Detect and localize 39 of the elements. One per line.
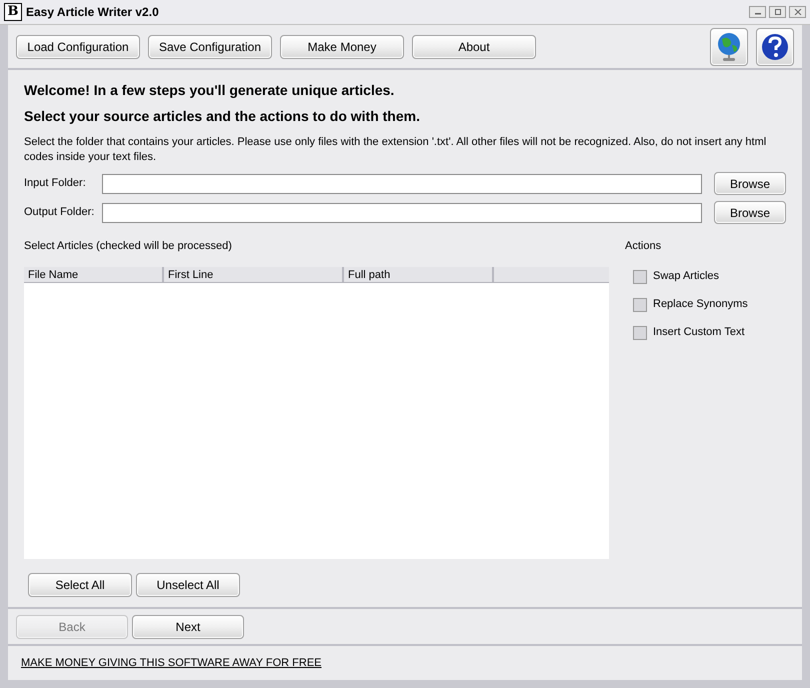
browse-button[interactable]: Browse: [714, 201, 786, 224]
selection-button[interactable]: Select All: [28, 573, 132, 597]
globe-icon: [715, 30, 743, 62]
folder-label: Input Folder:: [24, 176, 87, 192]
checkbox-label: Insert Custom Text: [653, 325, 744, 340]
toolbar-button[interactable]: Save Configuration: [148, 34, 272, 58]
nav-button[interactable]: Next: [132, 614, 244, 638]
folder-label: Output Folder:: [24, 205, 96, 220]
checkbox[interactable]: [633, 298, 647, 312]
toolbar-button[interactable]: Load Configuration: [16, 34, 140, 58]
help-icon: [760, 32, 790, 62]
toolbar-button[interactable]: Make Money: [280, 34, 404, 58]
footer-link[interactable]: MAKE MONEY GIVING THIS SOFTWARE AWAY FOR FREE: [21, 654, 322, 672]
section-title: Select Articles (checked will be processed): [24, 239, 233, 254]
section-title: Actions: [625, 239, 662, 254]
window-title: Easy Article Writer v2.0: [26, 4, 159, 21]
browse-button[interactable]: Browse: [714, 172, 786, 195]
toolbar-button[interactable]: About: [412, 34, 536, 58]
column-header[interactable]: First Line: [164, 266, 344, 282]
web-button[interactable]: [710, 28, 748, 66]
checkbox[interactable]: [633, 326, 647, 340]
maximize-icon: [774, 9, 782, 15]
welcome-heading: Welcome! In a few steps you'll generate unique articles.: [24, 81, 396, 100]
selection-button[interactable]: Unselect All: [136, 573, 240, 597]
close-icon: [794, 9, 802, 15]
close-button[interactable]: [789, 6, 806, 18]
subheading: Select your source articles and the actions to do with them.: [24, 107, 421, 126]
app-logo: B: [4, 3, 22, 21]
maximize-button[interactable]: [769, 6, 786, 18]
column-header[interactable]: Full path: [344, 266, 494, 282]
folder-field[interactable]: [102, 174, 702, 194]
folder-field[interactable]: [102, 202, 702, 222]
instructions-text: Select the folder that contains your articles. Please use only files with the extension '.txt'. All other files will not be recognized. Also, do not insert any html codes inside your text files.: [24, 135, 768, 165]
column-header[interactable]: File Name: [24, 266, 164, 282]
help-button[interactable]: [756, 28, 794, 66]
checkbox[interactable]: [633, 270, 647, 284]
minimize-button[interactable]: [749, 6, 766, 18]
checkbox-label: Swap Articles: [653, 269, 720, 284]
checkbox-label: Replace Synonyms: [653, 297, 748, 312]
